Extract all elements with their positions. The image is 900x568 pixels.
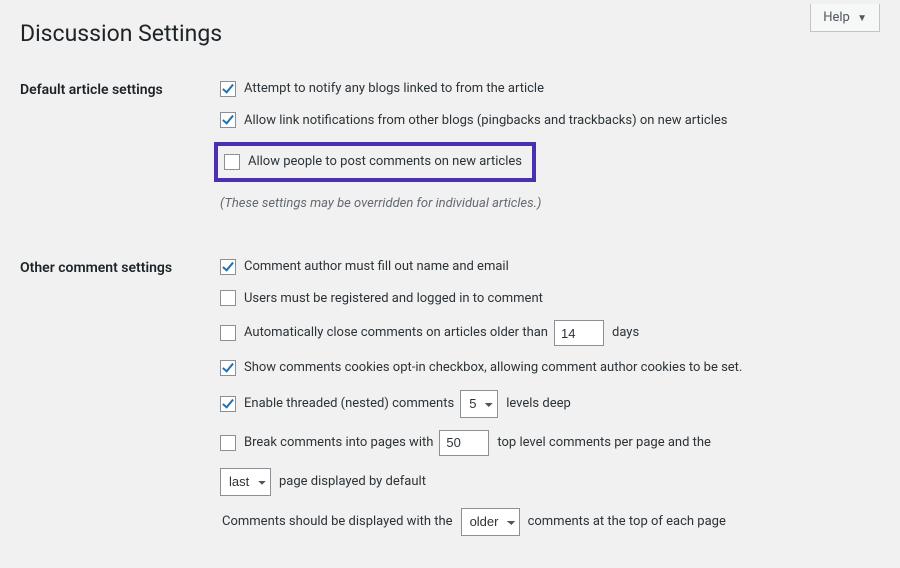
chevron-down-icon: ▼	[857, 13, 867, 24]
label-paginate-before[interactable]: Break comments into pages with	[244, 433, 433, 453]
note-default-article: (These settings may be overridden for in…	[220, 194, 742, 214]
checkbox-paginate[interactable]	[220, 435, 236, 451]
label-allow-pingbacks[interactable]: Allow link notifications from other blog…	[244, 111, 728, 131]
row-require-name-email: Comment author must fill out name and em…	[220, 257, 742, 277]
label-notify-blogs[interactable]: Attempt to notify any blogs linked to fr…	[244, 79, 544, 99]
row-allow-pingbacks: Allow link notifications from other blog…	[220, 111, 742, 131]
row-auto-close: Automatically close comments on articles…	[220, 320, 742, 346]
row-require-registration: Users must be registered and logged in t…	[220, 289, 742, 309]
checkbox-require-name-email[interactable]	[220, 259, 236, 275]
row-display-order: Comments should be displayed with the ol…	[220, 508, 742, 536]
checkbox-threaded[interactable]	[220, 396, 236, 412]
section-default-article: Default article settings Attempt to noti…	[20, 67, 752, 245]
row-notify-blogs: Attempt to notify any blogs linked to fr…	[220, 79, 742, 99]
label-auto-close-after: days	[612, 323, 639, 343]
help-tab-label: Help	[823, 10, 850, 25]
select-paginate-page[interactable]: last	[220, 468, 271, 496]
help-tab[interactable]: Help ▼	[810, 4, 880, 32]
select-display-order[interactable]: older	[461, 508, 520, 536]
row-paginate-page-select: last page displayed by default	[220, 468, 742, 496]
page-title: Discussion Settings	[0, 0, 900, 57]
section-other-comment: Other comment settings Comment author mu…	[20, 245, 752, 568]
label-auto-close-before[interactable]: Automatically close comments on articles…	[244, 323, 548, 343]
section-heading-other-comment: Other comment settings	[20, 245, 220, 568]
label-display-order-after: comments at the top of each page	[528, 512, 726, 532]
label-allow-comments[interactable]: Allow people to post comments on new art…	[248, 152, 522, 172]
settings-table: Default article settings Attempt to noti…	[20, 67, 752, 568]
label-require-name-email[interactable]: Comment author must fill out name and em…	[244, 257, 509, 277]
checkbox-allow-comments[interactable]	[224, 154, 240, 170]
checkbox-auto-close[interactable]	[220, 325, 236, 341]
row-cookies-optin: Show comments cookies opt-in checkbox, a…	[220, 358, 742, 378]
row-allow-comments: Allow people to post comments on new art…	[220, 142, 742, 182]
row-threaded: Enable threaded (nested) comments 5 leve…	[220, 390, 742, 418]
label-paginate-after: page displayed by default	[279, 472, 426, 492]
checkbox-require-registration[interactable]	[220, 290, 236, 306]
checkbox-notify-blogs[interactable]	[220, 81, 236, 97]
section-heading-default-article: Default article settings	[20, 67, 220, 245]
checkbox-cookies-optin[interactable]	[220, 360, 236, 376]
label-display-order-before: Comments should be displayed with the	[222, 512, 453, 532]
row-paginate: Break comments into pages with top level…	[220, 430, 742, 456]
label-cookies-optin[interactable]: Show comments cookies opt-in checkbox, a…	[244, 358, 742, 378]
label-require-registration[interactable]: Users must be registered and logged in t…	[244, 289, 543, 309]
input-paginate-per-page[interactable]	[439, 430, 489, 456]
label-threaded-before[interactable]: Enable threaded (nested) comments	[244, 394, 454, 414]
checkbox-allow-pingbacks[interactable]	[220, 112, 236, 128]
input-auto-close-days[interactable]	[554, 320, 604, 346]
label-paginate-mid: top level comments per page and the	[497, 433, 711, 453]
highlight-allow-comments: Allow people to post comments on new art…	[214, 142, 536, 182]
select-threaded-levels[interactable]: 5	[460, 390, 498, 418]
label-threaded-after: levels deep	[506, 394, 571, 414]
